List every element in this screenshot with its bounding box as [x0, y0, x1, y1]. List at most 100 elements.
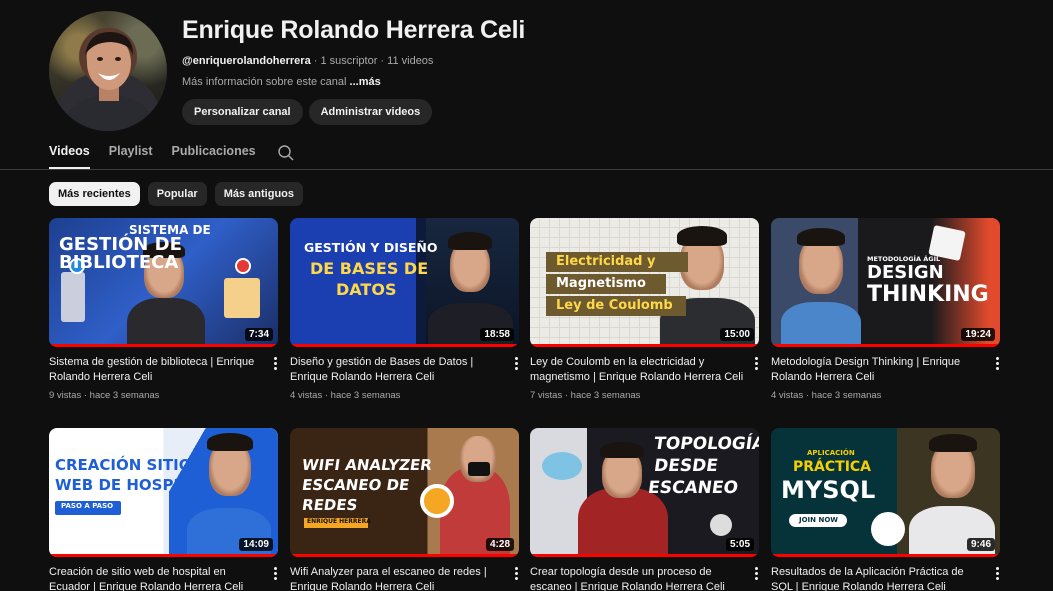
- video-title[interactable]: Resultados de la Aplicación Práctica de …: [771, 565, 986, 591]
- more-actions-icon[interactable]: [270, 565, 280, 581]
- tab-videos[interactable]: Videos: [49, 137, 90, 169]
- channel-header: Enrique Rolando Herrera Celi @enriquerol…: [49, 11, 1009, 136]
- chip-oldest[interactable]: Más antiguos: [214, 182, 304, 206]
- video-thumbnail[interactable]: Creación sitio web de hospital Paso a pa…: [49, 428, 278, 557]
- video-card[interactable]: Gestión y diseño de bases de datos 18:58…: [290, 218, 519, 401]
- video-thumbnail[interactable]: Metodología ágil Design Thinking 19:24: [771, 218, 1000, 347]
- video-duration: 5:05: [725, 538, 754, 551]
- view-count: 9 vistas: [49, 390, 82, 401]
- video-duration: 7:34: [244, 328, 273, 341]
- about-text: Más información sobre este canal: [182, 76, 347, 88]
- video-duration: 19:24: [961, 328, 995, 341]
- video-card[interactable]: Topología desde escaneo 5:05 Crear topol…: [530, 428, 759, 591]
- thumbnail-text: Gestión y diseño: [304, 240, 438, 255]
- video-thumbnail[interactable]: Wifi analyzer escaneo de redes Enrique H…: [290, 428, 519, 557]
- tabs-divider: [0, 169, 1053, 170]
- video-thumbnail[interactable]: Gestión y diseño de bases de datos 18:58: [290, 218, 519, 347]
- video-title[interactable]: Wifi Analyzer para el escaneo de redes |…: [290, 565, 505, 591]
- thumbnail-text: Enrique Herrera: [307, 518, 371, 525]
- more-actions-icon[interactable]: [270, 355, 280, 371]
- watch-progress: [771, 344, 1000, 347]
- watch-progress: [530, 554, 759, 557]
- thumbnail-text: Gestión de biblioteca: [59, 234, 182, 274]
- thumbnail-text: MySQL: [781, 476, 876, 504]
- watch-progress: [530, 344, 759, 347]
- video-card[interactable]: Electricidad y Magnetismo Ley de Coulomb…: [530, 218, 759, 401]
- more-actions-icon[interactable]: [751, 355, 761, 371]
- channel-about[interactable]: Más información sobre este canal ...más: [182, 76, 525, 88]
- video-duration: 4:28: [485, 538, 514, 551]
- channel-handle: @enriquerolandoherrera: [182, 55, 311, 67]
- chip-most-recent[interactable]: Más recientes: [49, 182, 140, 206]
- video-card[interactable]: Metodología ágil Design Thinking 19:24 M…: [771, 218, 1000, 401]
- meta-separator: ·: [313, 55, 318, 67]
- tab-publicaciones[interactable]: Publicaciones: [172, 137, 256, 169]
- video-title[interactable]: Creación de sitio web de hospital en Ecu…: [49, 565, 264, 591]
- video-card[interactable]: Creación sitio web de hospital Paso a pa…: [49, 428, 278, 591]
- watch-progress: [290, 344, 519, 347]
- video-thumbnail[interactable]: Sistema de Gestión de biblioteca 7:34: [49, 218, 278, 347]
- channel-name: Enrique Rolando Herrera Celi: [182, 16, 526, 44]
- more-actions-icon[interactable]: [992, 355, 1002, 371]
- thumbnail-text: Práctica: [793, 459, 872, 475]
- tab-playlist[interactable]: Playlist: [109, 137, 153, 169]
- upload-age: hace 3 semanas: [570, 390, 641, 401]
- video-duration: 14:09: [239, 538, 273, 551]
- more-actions-icon[interactable]: [751, 565, 761, 581]
- channel-tabs: Videos Playlist Publicaciones: [49, 137, 295, 169]
- watch-progress: [49, 344, 278, 347]
- channel-avatar[interactable]: [49, 11, 167, 131]
- about-more-link[interactable]: ...más: [350, 76, 381, 88]
- thumbnail-text: Paso a paso: [61, 502, 114, 510]
- video-thumbnail[interactable]: Electricidad y Magnetismo Ley de Coulomb…: [530, 218, 759, 347]
- more-actions-icon[interactable]: [511, 355, 521, 371]
- search-icon[interactable]: [277, 144, 295, 162]
- video-thumbnail[interactable]: Aplicación Práctica MySQL JOIN NOW 9:46: [771, 428, 1000, 557]
- thumbnail-text: Creación sitio: [55, 456, 192, 474]
- video-title[interactable]: Sistema de gestión de biblioteca | Enriq…: [49, 355, 264, 385]
- thumbnail-text: Aplicación: [807, 449, 855, 457]
- watch-progress: [771, 554, 1000, 557]
- video-duration: 15:00: [720, 328, 754, 341]
- video-thumbnail[interactable]: Topología desde escaneo 5:05: [530, 428, 759, 557]
- thumbnail-text: de bases de: [310, 259, 429, 278]
- thumbnail-text: Ley de Coulomb: [556, 298, 673, 313]
- thumbnail-text: Wifi analyzer: [300, 456, 434, 474]
- video-duration: 18:58: [480, 328, 514, 341]
- video-meta: 4 vistas · hace 3 semanas: [771, 390, 882, 401]
- customize-channel-button[interactable]: Personalizar canal: [182, 99, 303, 125]
- thumbnail-text: Magnetismo: [556, 276, 646, 291]
- video-meta: 7 vistas · hace 3 semanas: [530, 390, 641, 401]
- thumbnail-text: desde: [652, 456, 720, 476]
- thumbnail-text: escaneo de: [300, 476, 411, 494]
- avatar-portrait: [65, 31, 153, 131]
- video-title[interactable]: Metodología Design Thinking | Enrique Ro…: [771, 355, 986, 385]
- more-actions-icon[interactable]: [511, 565, 521, 581]
- thumbnail-text: Electricidad y: [556, 254, 656, 269]
- view-count: 4 vistas: [290, 390, 323, 401]
- meta-separator: ·: [380, 55, 385, 67]
- thumbnail-text: JOIN NOW: [799, 516, 838, 524]
- upload-age: hace 3 semanas: [330, 390, 401, 401]
- video-title[interactable]: Diseño y gestión de Bases de Datos | Enr…: [290, 355, 505, 385]
- thumbnail-text: web de hospital: [55, 476, 210, 494]
- thumbnail-text: Design: [867, 262, 944, 283]
- channel-meta: @enriquerolandoherrera · 1 suscriptor · …: [182, 55, 525, 67]
- thumbnail-text: Topología: [652, 434, 759, 454]
- sort-chips: Más recientes Popular Más antiguos: [49, 182, 304, 206]
- video-card[interactable]: Wifi analyzer escaneo de redes Enrique H…: [290, 428, 519, 591]
- video-card[interactable]: Sistema de Gestión de biblioteca 7:34 Si…: [49, 218, 278, 401]
- thumbnail-text: redes: [300, 496, 359, 514]
- watch-progress: [290, 554, 519, 557]
- video-title[interactable]: Crear topología desde un proceso de esca…: [530, 565, 745, 591]
- more-actions-icon[interactable]: [992, 565, 1002, 581]
- upload-age: hace 3 semanas: [89, 390, 160, 401]
- subscriber-count: 1 suscriptor: [320, 55, 378, 67]
- video-meta: 4 vistas · hace 3 semanas: [290, 390, 401, 401]
- view-count: 7 vistas: [530, 390, 563, 401]
- video-card[interactable]: Aplicación Práctica MySQL JOIN NOW 9:46 …: [771, 428, 1000, 591]
- thumbnail-text: escaneo: [646, 478, 740, 498]
- chip-popular[interactable]: Popular: [147, 182, 207, 206]
- video-title[interactable]: Ley de Coulomb en la electricidad y magn…: [530, 355, 745, 385]
- manage-videos-button[interactable]: Administrar videos: [308, 99, 433, 125]
